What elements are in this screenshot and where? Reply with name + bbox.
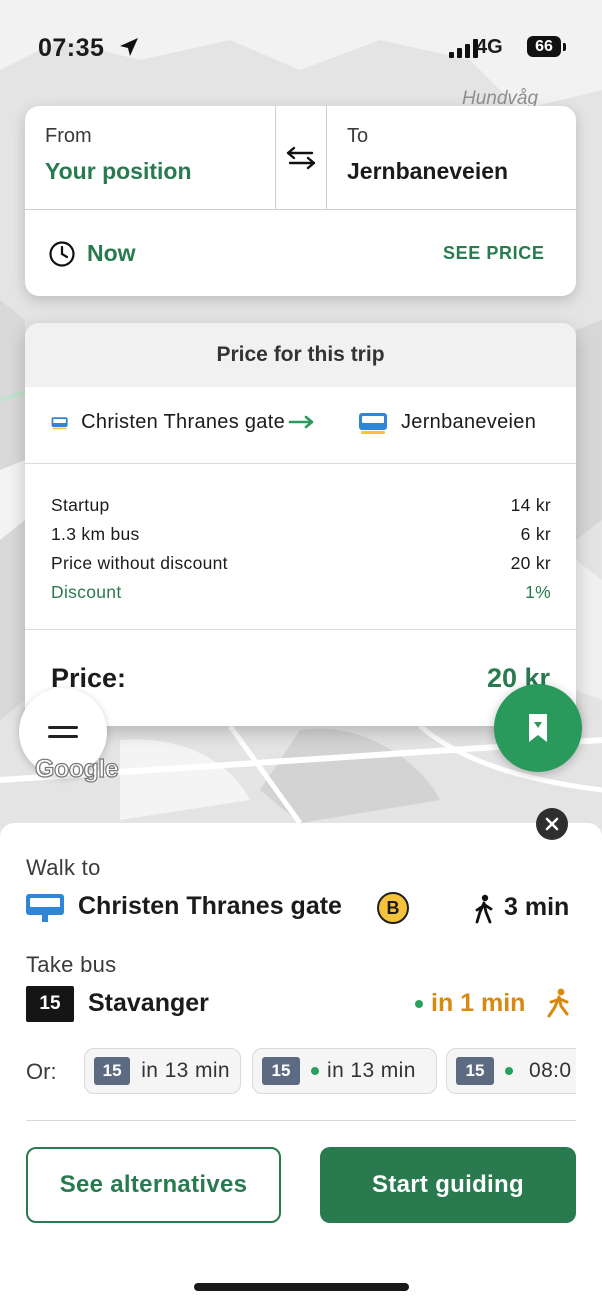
price-popup-header: Price for this trip [25,323,576,387]
bus-stop-icon [26,894,64,922]
alternative-departure-chip[interactable]: 15 in 13 min [84,1048,241,1094]
status-time: 07:35 [38,34,105,62]
clock-icon [49,241,75,267]
ticket-icon [529,714,547,742]
realtime-indicator-icon [415,1000,423,1008]
alternative-time: in 13 min [327,1059,416,1082]
swap-arrows-icon [286,146,316,169]
walking-person-icon [475,894,493,924]
close-icon [545,817,559,831]
to-field[interactable]: To Jernbaneveien [327,106,576,210]
bus-destination: Stavanger [88,989,209,1017]
bus-stop-icon [51,416,68,429]
line-number-badge: 15 [94,1057,131,1085]
start-guiding-button[interactable]: Start guiding [320,1147,576,1223]
fee-label: 1.3 km bus [51,524,140,544]
alternatives-label: Or: [26,1059,57,1084]
line-number-badge: 15 [26,986,74,1022]
cell-signal-icon [449,38,478,58]
price-popup: Price for this trip Christen Thranes gat… [25,323,576,726]
price-route-from: Christen Thranes gate [51,411,285,434]
fee-label: Discount [51,582,122,602]
fee-value: 20 kr [510,553,551,573]
alternative-time: in 13 min [141,1059,230,1082]
price-from-stop: Christen Thranes gate [81,411,285,433]
from-value: Your position [45,158,192,184]
menu-icon [48,726,78,738]
close-button[interactable] [536,808,568,840]
from-label: From [45,125,92,147]
google-attribution: Google [34,754,119,783]
walk-duration: 3 min [504,893,570,921]
fee-row: Price without discount 20 kr [51,553,551,582]
battery-icon: 66 [527,36,566,57]
discount-row: Discount 1% [51,582,551,611]
bus-stop-icon [359,412,387,434]
to-value: Jernbaneveien [347,158,509,184]
price-to-stop: Jernbaneveien [401,411,537,433]
alternative-departure-chip[interactable]: 15 in 13 min [252,1048,437,1094]
fee-label: Startup [51,495,110,515]
swap-button[interactable] [276,106,327,210]
walk-stop-name: Christen Thranes gate [78,892,342,920]
fee-label: Price without discount [51,553,228,573]
divider [26,1120,576,1121]
from-field[interactable]: From Your position [25,106,276,210]
running-person-icon [547,988,569,1018]
fee-row: Startup 14 kr [51,495,551,524]
home-indicator[interactable] [194,1283,409,1291]
fee-list: Startup 14 kr 1.3 km bus 6 kr Price with… [51,495,551,611]
trip-search-card: From Your position To Jernbaneveien Now … [25,106,576,296]
walk-to-label: Walk to [26,855,101,880]
platform-badge: B [377,892,409,924]
price-route-to: Jernbaneveien [358,411,536,434]
fee-value: 14 kr [510,495,551,515]
to-label: To [347,125,369,147]
alternative-departure-chip[interactable]: 15 08:0 [446,1048,576,1094]
realtime-indicator-icon [505,1067,513,1075]
battery-level: 66 [535,37,553,55]
status-bar: 07:35 4G 66 [0,0,602,96]
network-type: 4G [476,36,503,58]
fee-row: 1.3 km bus 6 kr [51,524,551,553]
alternative-departures: 15 in 13 min 15 in 13 min 15 08:0 [74,1048,576,1094]
departure-time-value[interactable]: Now [87,240,136,267]
see-alternatives-button[interactable]: See alternatives [26,1147,281,1223]
realtime-indicator-icon [311,1067,319,1075]
divider [25,629,576,630]
location-arrow-icon [120,38,138,56]
fee-value: 1% [525,582,551,602]
line-number-badge: 15 [262,1057,300,1085]
take-bus-label: Take bus [26,952,117,977]
fee-value: 6 kr [520,524,551,544]
departure-time: in 1 min [431,989,526,1017]
alternative-time: 08:0 [529,1059,572,1082]
see-price-link[interactable]: SEE PRICE [443,243,544,264]
route-arrow-icon [288,415,314,429]
app-screen: Hundvåg 07:35 4G 66 From Your position T… [0,0,602,1304]
line-number-badge: 15 [456,1057,494,1085]
price-popup-title: Price for this trip [216,343,385,366]
